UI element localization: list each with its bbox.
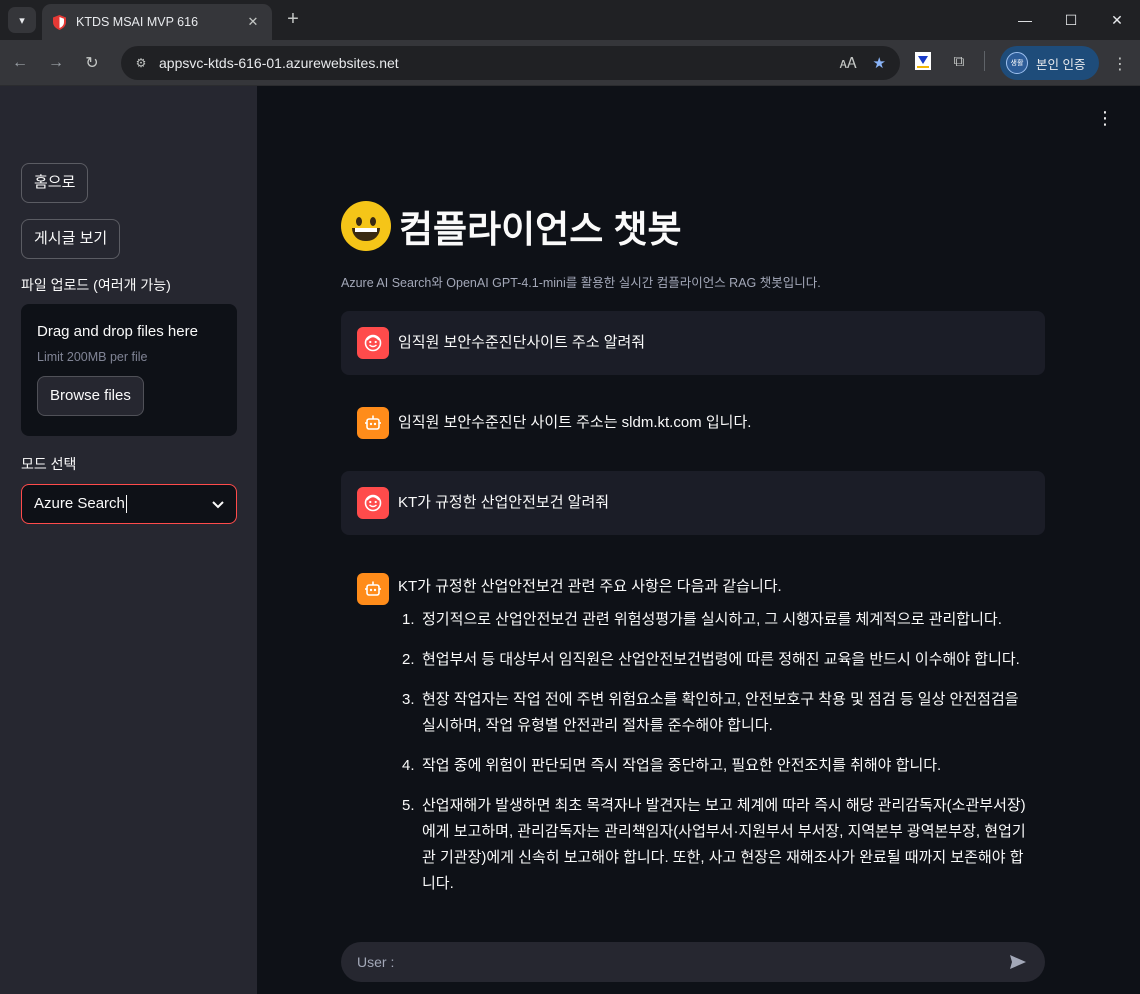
browser-menu-icon[interactable]: ⋮ — [1112, 54, 1128, 74]
mode-select-value: Azure Search — [34, 494, 125, 512]
tab-title: KTDS MSAI MVP 616 — [76, 15, 199, 29]
chat-content: 컴플라이언스 챗봇 Azure AI Search와 OpenAI GPT-4.… — [341, 196, 1045, 943]
message-text: 임직원 보안수준진단사이트 주소 알려줘 — [398, 334, 646, 351]
bot-avatar-icon — [357, 407, 389, 439]
url-text: appsvc-ktds-616-01.azurewebsites.net — [159, 55, 399, 71]
home-button[interactable]: 홈으로 — [21, 163, 89, 203]
main-area: ⋮ 컴플라이언스 챗봇 Azure AI Search와 OpenAI GPT-… — [257, 86, 1140, 994]
minimize-icon[interactable]: — — [1002, 0, 1048, 40]
user-avatar-icon — [357, 327, 389, 359]
mode-label: 모드 선택 — [21, 456, 77, 472]
download-extension-icon[interactable] — [912, 50, 934, 72]
maximize-icon[interactable]: ☐ — [1048, 0, 1094, 40]
chat-input-placeholder: User : — [357, 954, 395, 970]
close-window-icon[interactable]: ✕ — [1094, 0, 1140, 40]
forward-icon[interactable]: → — [40, 47, 72, 79]
sidebar: 홈으로 게시글 보기 파일 업로드 (여러개 가능) Drag and drop… — [0, 86, 257, 994]
dropzone-limit: Limit 200MB per file — [37, 350, 148, 364]
chat-message-assistant: KT가 규정한 산업안전보건 관련 주요 사항은 다음과 같습니다. 1. 정기적… — [341, 551, 1045, 927]
chat-message-assistant: 임직원 보안수준진단 사이트 주소는 sldm.kt.com 입니다. — [341, 391, 1045, 455]
file-dropzone[interactable]: Drag and drop files here Limit 200MB per… — [21, 304, 237, 436]
browser-toolbar: ← → ↻ ⚙ appsvc-ktds-616-01.azurewebsites… — [0, 40, 1140, 86]
bookmark-star-icon[interactable]: ★ — [873, 54, 886, 72]
profile-button[interactable]: 생활 본인 인증 — [1000, 46, 1100, 80]
chevron-down-icon — [212, 496, 224, 513]
list-item: 4. 작업 중에 위험이 판단되면 즉시 작업을 중단하고, 필요한 안전조치를 … — [402, 757, 942, 774]
window-controls: — ☐ ✕ — [1002, 0, 1140, 40]
toolbar-divider — [984, 51, 985, 71]
puzzle-extensions-icon[interactable]: ⧉ — [948, 50, 970, 72]
back-icon[interactable]: ← — [4, 47, 36, 79]
bot-avatar-icon — [357, 573, 389, 605]
list-item: 2. 현업부서 등 대상부서 임직원은 산업안전보건법령에 따른 정해진 교육을 … — [402, 651, 1020, 668]
message-text: KT가 규정한 산업안전보건 알려줘 — [398, 494, 610, 511]
new-tab-icon[interactable]: + — [281, 7, 305, 31]
reload-icon[interactable]: ↻ — [76, 47, 108, 79]
profile-avatar: 생활 — [1006, 52, 1028, 74]
page-subtitle: Azure AI Search와 OpenAI GPT-4.1-mini를 활용… — [341, 276, 821, 290]
page-title: 컴플라이언스 챗봇 — [399, 209, 682, 250]
list-item: 5. 산업재해가 발생하면 최초 목격자나 발견자는 보고 체계에 따라 즉시 해… — [402, 797, 1026, 892]
tab-close-icon[interactable]: ✕ — [244, 14, 262, 30]
upload-label: 파일 업로드 (여러개 가능) — [21, 277, 171, 293]
send-icon[interactable] — [1007, 951, 1029, 973]
translate-icon[interactable]: 🗚 — [840, 55, 857, 72]
chat-input[interactable]: User : — [341, 942, 1045, 982]
view-posts-button[interactable]: 게시글 보기 — [21, 219, 121, 259]
browse-files-button[interactable]: Browse files — [37, 376, 144, 416]
message-text: 임직원 보안수준진단 사이트 주소는 sldm.kt.com 입니다. — [398, 414, 752, 431]
message-text: KT가 규정한 산업안전보건 관련 주요 사항은 다음과 같습니다. — [398, 578, 782, 595]
tab-search-icon[interactable]: ▾ — [8, 7, 36, 33]
streamlit-app: 홈으로 게시글 보기 파일 업로드 (여러개 가능) Drag and drop… — [0, 86, 1140, 994]
chat-message-user: KT가 규정한 산업안전보건 알려줘 — [341, 471, 1045, 535]
list-item: 3. 현장 작업자는 작업 전에 주변 위험요소를 확인하고, 안전보호구 착용 … — [402, 691, 1019, 734]
main-menu-icon[interactable]: ⋮ — [1096, 108, 1114, 129]
browser-tab[interactable]: KTDS MSAI MVP 616 ✕ — [42, 4, 272, 40]
user-avatar-icon — [357, 487, 389, 519]
site-settings-icon[interactable]: ⚙ — [131, 53, 151, 73]
dropzone-title: Drag and drop files here — [37, 323, 198, 340]
shield-favicon-icon — [52, 14, 66, 30]
answer-list: 1. 정기적으로 산업안전보건 관련 위험성평가를 실시하고, 그 시행자료를 체… — [398, 607, 1029, 897]
list-item: 1. 정기적으로 산업안전보건 관련 위험성평가를 실시하고, 그 시행자료를 체… — [402, 611, 1002, 628]
profile-label: 본인 인증 — [1036, 57, 1086, 72]
chat-message-user: 임직원 보안수준진단사이트 주소 알려줘 — [341, 311, 1045, 375]
mode-select[interactable]: Azure Search — [21, 484, 237, 524]
grinning-face-icon — [341, 201, 391, 251]
browser-tabbar: ▾ KTDS MSAI MVP 616 ✕ + — ☐ ✕ — [0, 0, 1140, 40]
title-row: 컴플라이언스 챗봇 — [341, 196, 1045, 256]
address-bar[interactable]: ⚙ appsvc-ktds-616-01.azurewebsites.net 🗚… — [121, 46, 900, 80]
extensions-area: ⧉ — [912, 50, 985, 72]
